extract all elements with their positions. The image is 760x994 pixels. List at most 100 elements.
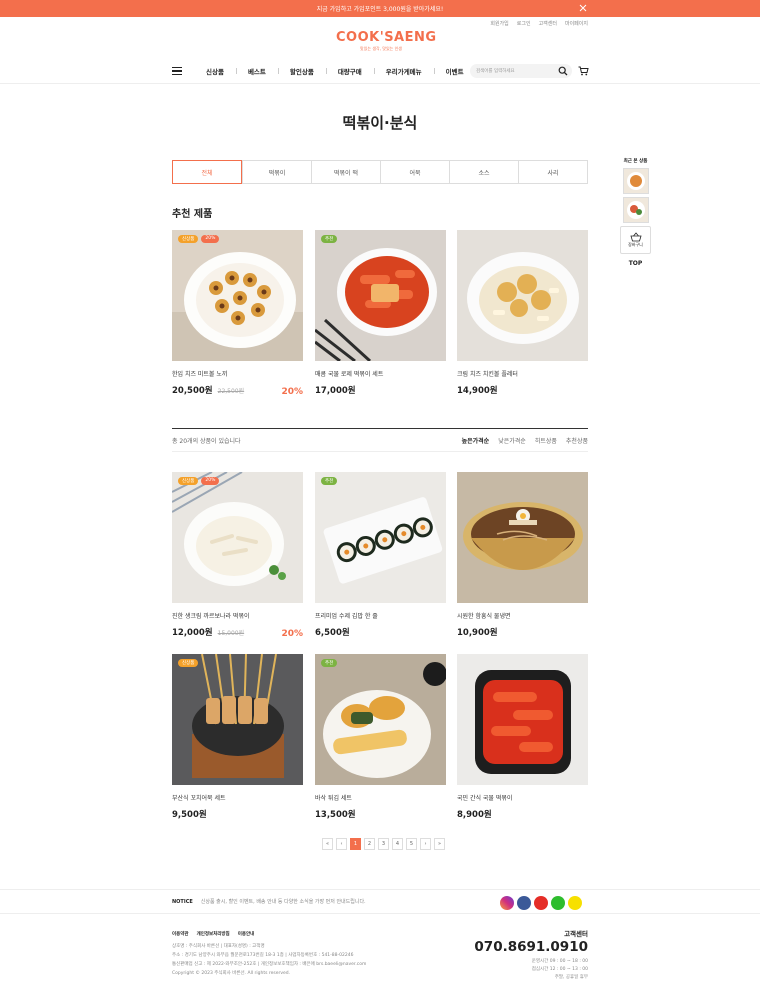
product-card[interactable]: 신상품 20% 한입 치즈 미트볼 노끼 20,500원 22,500원 20% [172,230,303,397]
product-price: 13,500원 [315,810,356,820]
recent-items-label: 최근 본 상품 [623,159,648,164]
youtube-icon[interactable] [534,896,548,910]
nav-sale[interactable]: 할인상품 [277,66,326,76]
discount-rate: 20% [281,387,303,397]
product-name[interactable]: 매콤 국물 로제 떡볶이 세트 [315,369,446,378]
recent-item-thumb[interactable] [622,168,649,194]
hamburger-menu-icon[interactable] [172,67,182,75]
product-price: 14,900원 [457,386,498,396]
product-card[interactable]: 시원한 함흥식 물냉면 10,900원 [457,472,588,638]
product-image[interactable] [457,654,588,785]
tab-all[interactable]: 전체 [172,160,242,184]
sort-options: 높은가격순 낮은가격순 히트상품 추천상품 [462,436,588,445]
product-price: 6,500원 [315,628,350,638]
page-2[interactable]: 2 [364,838,375,850]
product-image[interactable]: 신상품 20% [172,472,303,603]
product-card[interactable]: 추천 바삭 튀김 세트 13,500원 [315,654,446,820]
page-1[interactable]: 1 [350,838,361,850]
product-card[interactable]: 신상품 부산식 꼬치어묵 세트 9,500원 [172,654,303,820]
product-price: 9,500원 [172,810,207,820]
badge-sale: 20% [201,477,220,485]
prev-page-button[interactable]: ‹ [336,838,347,850]
product-name[interactable]: 크림 치즈 치킨볼 플레터 [457,369,588,378]
product-card[interactable]: 추천 프리미엄 수제 김밥 한 줄 6,500원 [315,472,446,638]
tab-rice-cake[interactable]: 떡볶이 떡 [311,161,380,183]
nav-new[interactable]: 신상품 [194,66,236,76]
page-3[interactable]: 3 [378,838,389,850]
nav-best[interactable]: 베스트 [235,66,278,76]
nav-bulk[interactable]: 대량구매 [325,66,374,76]
sort-high-price[interactable]: 높은가격순 [462,436,490,445]
kakao-icon[interactable] [568,896,582,910]
sort-recommend[interactable]: 추천상품 [566,436,588,445]
original-price: 22,500원 [217,388,245,395]
sns-links [500,896,582,910]
search-input[interactable]: 검색어를 입력하세요 [470,64,572,78]
product-card[interactable]: 신상품 20% 진한 생크림 까르보나라 떡볶이 12,000원 15,000원 20… [172,472,303,639]
cart-icon[interactable] [578,66,589,76]
cs-title: 고객센터 [564,930,588,938]
terms-link[interactable]: 이용약관 [172,930,189,939]
original-price: 15,000원 [217,630,245,637]
badge-sale: 20% [201,235,220,243]
close-icon[interactable] [578,3,588,13]
tab-fishcake[interactable]: 어묵 [380,161,449,183]
tab-tteokbokki[interactable]: 떡볶이 [242,161,311,183]
product-name[interactable]: 시원한 함흥식 물냉면 [457,611,588,620]
customer-center-link[interactable]: 고객센터 [539,20,557,27]
quick-cart-button[interactable]: 장바구니 [620,226,651,254]
scroll-top-button[interactable]: TOP [620,260,651,267]
product-image[interactable]: 신상품 [172,654,303,785]
sort-hit[interactable]: 히트상품 [535,436,557,445]
product-image[interactable]: 추천 [315,654,446,785]
product-image[interactable] [457,472,588,603]
instagram-icon[interactable] [500,896,514,910]
next-page-button[interactable]: › [420,838,431,850]
first-page-button[interactable]: « [322,838,333,850]
product-image[interactable] [457,230,588,361]
list-toolbar: 총 20개의 상품이 있습니다 높은가격순 낮은가격순 히트상품 추천상품 [172,428,588,452]
search-icon[interactable] [558,66,568,76]
product-image[interactable]: 추천 [315,230,446,361]
product-name[interactable]: 바삭 튀김 세트 [315,793,446,802]
product-price: 20,500원 [172,386,213,396]
facebook-icon[interactable] [517,896,531,910]
utility-links: 회원가입 로그인 고객센터 마이페이지 [490,20,588,27]
last-page-button[interactable]: » [434,838,445,850]
product-image[interactable]: 추천 [315,472,446,603]
page-title: 떡볶이·분식 [342,114,418,132]
product-card[interactable]: 크림 치즈 치킨볼 플레터 14,900원 [457,230,588,396]
mypage-link[interactable]: 마이페이지 [565,20,588,27]
line-icon[interactable] [551,896,565,910]
discount-rate: 20% [281,629,303,639]
product-price: 12,000원 [172,628,213,638]
badge-new: 신상품 [178,235,199,243]
recommended-title: 추천 제품 [172,209,213,220]
page-4[interactable]: 4 [392,838,403,850]
guide-link[interactable]: 이용안내 [238,930,255,939]
tab-noodles[interactable]: 사리 [518,161,587,183]
quick-cart-label: 장바구니 [628,242,643,247]
product-name[interactable]: 국민 간식 국물 떡볶이 [457,793,588,802]
product-price: 17,000원 [315,386,356,396]
tab-sauce[interactable]: 소스 [449,161,518,183]
privacy-link[interactable]: 개인정보처리방침 [197,930,230,939]
page-5[interactable]: 5 [406,838,417,850]
login-link[interactable]: 로그인 [517,20,531,27]
sort-low-price[interactable]: 낮은가격순 [498,436,526,445]
product-image[interactable]: 신상품 20% [172,230,303,361]
badge-recommend: 추천 [321,477,338,485]
product-name[interactable]: 프리미엄 수제 김밥 한 줄 [315,611,446,620]
cs-hours: 운영시간 09 : 00 ~ 18 : 00 [531,959,588,964]
site-logo[interactable]: COOK'SAENG 맛있는 생각, 맛있는 인생 [336,30,436,52]
product-name[interactable]: 진한 생크림 까르보나라 떡볶이 [172,611,303,620]
product-name[interactable]: 부산식 꼬치어묵 세트 [172,793,303,802]
product-card[interactable]: 국민 간식 국물 떡볶이 8,900원 [457,654,588,820]
recent-item-thumb[interactable] [622,197,649,223]
nav-store-menu[interactable]: 우리가게메뉴 [373,66,434,76]
product-name[interactable]: 한입 치즈 미트볼 노끼 [172,369,303,378]
cs-number[interactable]: 070.8691.0910 [474,939,588,955]
notice-text[interactable]: 신상품 출시, 할인 이벤트, 배송 안내 등 다양한 소식을 가장 먼저 안내… [201,899,366,905]
signup-link[interactable]: 회원가입 [490,20,508,27]
product-card[interactable]: 추천 매콤 국물 로제 떡볶이 세트 17,000원 [315,230,446,396]
